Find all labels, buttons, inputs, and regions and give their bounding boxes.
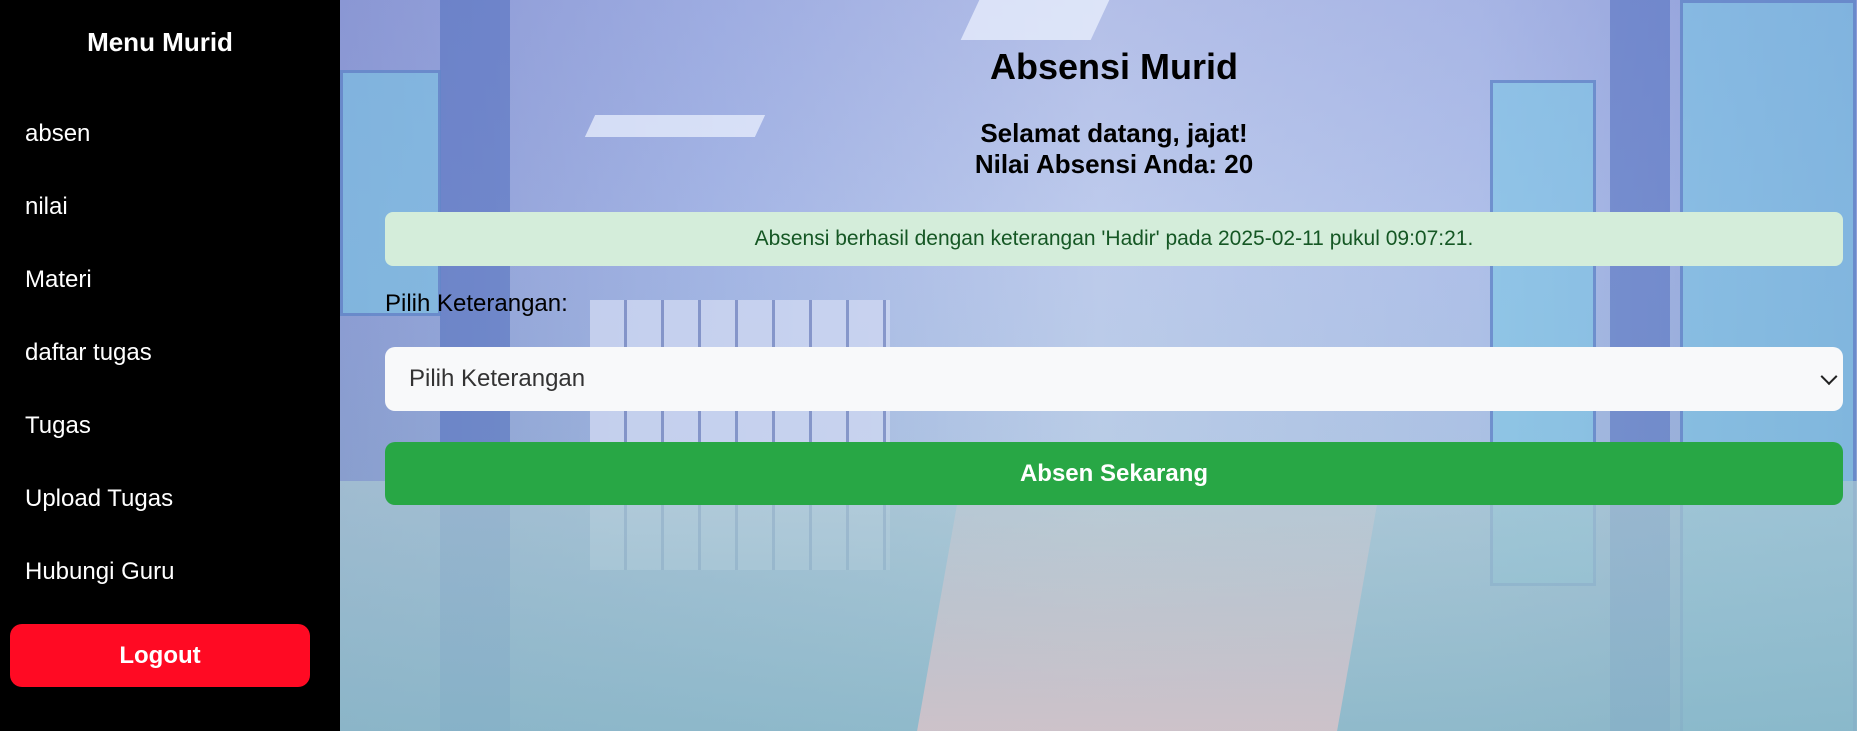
welcome-message: Selamat datang, jajat! Nilai Absensi And… — [385, 118, 1843, 180]
main-content: Absensi Murid Selamat datang, jajat! Nil… — [340, 0, 1857, 731]
success-alert-text: Absensi berhasil dengan keterangan 'Hadi… — [754, 227, 1474, 250]
sidebar-item-nilai[interactable]: nilai — [25, 193, 68, 221]
sidebar-item-tugas[interactable]: Tugas — [25, 412, 91, 440]
sidebar: Menu Murid absen nilai Materi daftar tug… — [0, 0, 340, 731]
absen-sekarang-button[interactable]: Absen Sekarang — [385, 442, 1843, 505]
attendance-score: Nilai Absensi Anda: 20 — [974, 149, 1254, 179]
chevron-down-icon — [1820, 368, 1838, 386]
welcome-greeting: Selamat datang, jajat! — [980, 118, 1248, 148]
sidebar-item-materi[interactable]: Materi — [25, 266, 92, 294]
keterangan-label: Pilih Keterangan: — [385, 290, 568, 317]
keterangan-select-value: Pilih Keterangan — [409, 365, 586, 392]
sidebar-item-daftar-tugas[interactable]: daftar tugas — [25, 339, 152, 367]
sidebar-item-upload-tugas[interactable]: Upload Tugas — [25, 485, 173, 513]
keterangan-select[interactable]: Pilih Keterangan — [385, 347, 1843, 411]
page-title: Absensi Murid — [989, 46, 1239, 87]
sidebar-item-absen[interactable]: absen — [25, 120, 90, 148]
logout-button[interactable]: Logout — [10, 624, 310, 687]
success-alert: Absensi berhasil dengan keterangan 'Hadi… — [385, 212, 1843, 266]
sidebar-item-hubungi-guru[interactable]: Hubungi Guru — [25, 558, 174, 586]
sidebar-title: Menu Murid — [87, 27, 233, 57]
